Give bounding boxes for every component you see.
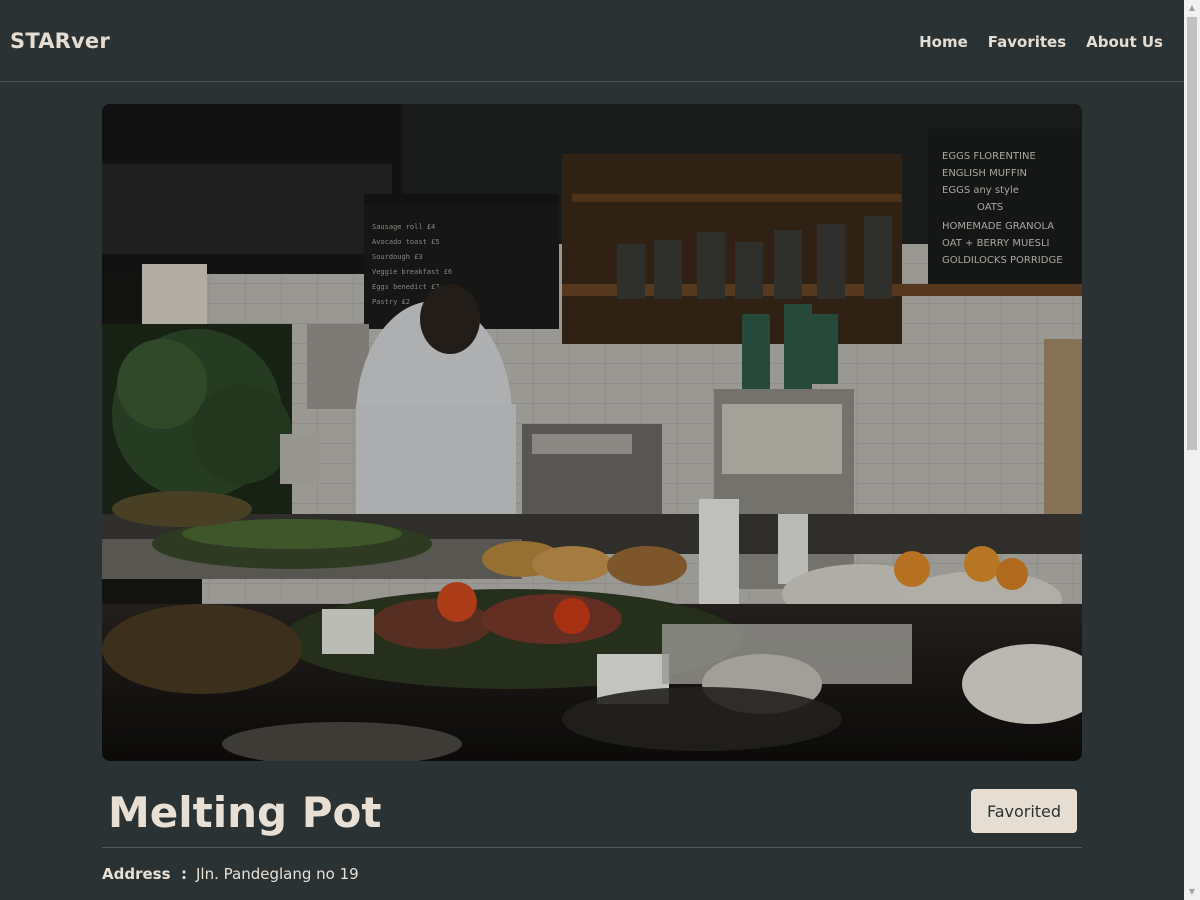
nav-link-home[interactable]: Home (919, 33, 968, 51)
scroll-up-icon[interactable]: ▲ (1184, 0, 1200, 16)
detail-address: Address : Jln. Pandeglang no 19 (102, 865, 359, 883)
nav-links: Home Favorites About Us (919, 33, 1163, 51)
detail-label: Address (102, 865, 171, 883)
navbar: STARver Home Favorites About Us (0, 0, 1184, 82)
title-row: Melting Pot Favorited (102, 780, 1082, 848)
detail-value: Jln. Pandeglang no 19 (196, 865, 359, 883)
favorite-button[interactable]: Favorited (971, 789, 1077, 833)
brand-logo[interactable]: STARver (10, 29, 110, 53)
scroll-down-icon[interactable]: ▼ (1184, 884, 1200, 900)
nav-link-favorites[interactable]: Favorites (988, 33, 1066, 51)
scroll-thumb[interactable] (1187, 17, 1197, 450)
restaurant-name: Melting Pot (108, 788, 382, 837)
cafe-counter-photo: EGGS FLORENTINE ENGLISH MUFFIN EGGS any … (102, 104, 1082, 761)
detail-separator: : (181, 865, 187, 883)
nav-link-about-us[interactable]: About Us (1086, 33, 1163, 51)
hero-image: EGGS FLORENTINE ENGLISH MUFFIN EGGS any … (102, 104, 1082, 761)
page-scrollbar[interactable]: ▲ ▼ (1184, 0, 1200, 900)
